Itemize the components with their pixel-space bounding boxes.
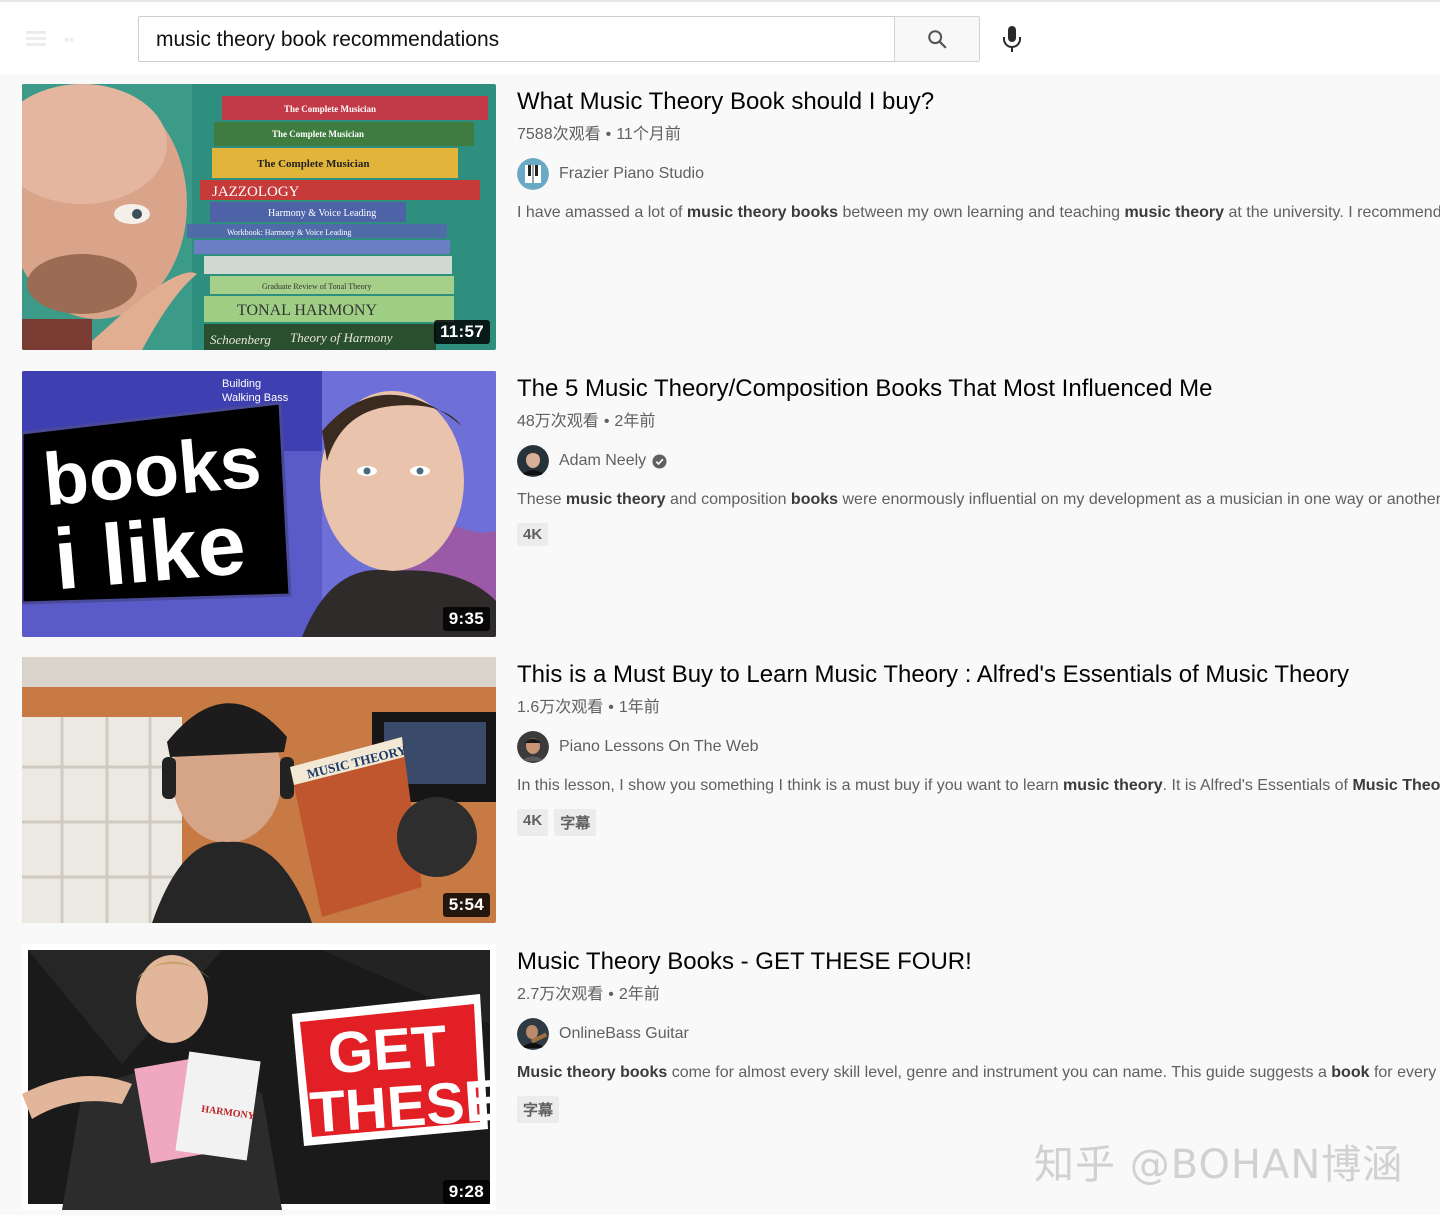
video-duration: 9:35 — [442, 607, 490, 631]
view-count: 1.6万次观看 — [517, 699, 604, 716]
highlighted-term: music theory — [565, 491, 666, 508]
video-thumbnail[interactable]: MUSIC THEORY 5:54 — [22, 657, 496, 923]
description-text: These — [517, 491, 566, 508]
badges: 字幕 — [517, 1096, 1440, 1123]
highlighted-term: books — [790, 491, 839, 508]
video-description: I have amassed a lot of music theory boo… — [517, 202, 1440, 224]
channel-row[interactable]: Piano Lessons On The Web — [517, 730, 1440, 764]
highlighted-term: Music Theory — [1352, 777, 1440, 794]
video-badge: 4K — [517, 809, 549, 836]
video-result[interactable]: books i like Building Walking Bass 9:35 … — [22, 371, 1440, 639]
description-text: and composition — [665, 491, 791, 508]
video-thumbnail[interactable]: GET THESE HARMONY 9:28 — [22, 944, 496, 1210]
thumb-headline: THESE — [308, 1067, 496, 1145]
description-text: I have amassed a lot of — [517, 204, 687, 221]
highlighted-term: music theory — [1124, 204, 1225, 221]
video-stats: 1.6万次观看 • 1年前 — [517, 699, 660, 716]
badges: 4K 字幕 — [517, 809, 1440, 836]
thumbnail-image: GET THESE HARMONY — [22, 944, 496, 1210]
channel-name[interactable]: Adam Neely — [559, 452, 646, 470]
video-badge: 字幕 — [554, 809, 597, 836]
thumb-book-title: Theory of Harmony — [290, 330, 393, 345]
video-stats: 48万次观看 • 2年前 — [517, 413, 656, 430]
video-duration: 11:57 — [433, 320, 490, 344]
thumb-book-title: JAZZOLOGY — [212, 184, 300, 200]
upload-age: 11个月前 — [616, 126, 681, 143]
thumb-book-title: The Complete Musician — [272, 129, 364, 139]
description-text: were enormously influential on my develo… — [838, 491, 1440, 508]
thumb-book-title: Graduate Review of Tonal Theory — [262, 282, 371, 291]
channel-row[interactable]: OnlineBass Guitar — [517, 1017, 1440, 1051]
view-count: 7588次观看 — [517, 126, 601, 143]
view-count: 48万次观看 — [517, 413, 599, 430]
video-title[interactable]: What Music Theory Book should I buy? — [517, 86, 1440, 118]
thumbnail-image: The Complete Musician The Complete Music… — [22, 84, 496, 350]
channel-name[interactable]: Piano Lessons On The Web — [559, 738, 759, 756]
video-thumbnail[interactable]: The Complete Musician The Complete Music… — [22, 84, 496, 350]
video-result[interactable]: The Complete Musician The Complete Music… — [22, 84, 1440, 352]
thumb-book-title: Harmony & Voice Leading — [268, 208, 376, 219]
thumb-book-title: Workbook: Harmony & Voice Leading — [227, 228, 351, 237]
thumbnail-image: books i like Building Walking Bass — [22, 371, 496, 637]
channel-name[interactable]: Frazier Piano Studio — [559, 165, 704, 183]
channel-row[interactable]: Adam Neely — [517, 444, 1440, 478]
microphone-icon — [1003, 26, 1021, 52]
upload-age: 1年前 — [618, 699, 660, 716]
upload-age: 2年前 — [618, 986, 660, 1003]
thumb-book-author: Schoenberg — [210, 332, 271, 347]
channel-row[interactable]: Frazier Piano Studio — [517, 157, 1440, 191]
video-badge: 4K — [517, 523, 549, 546]
thumb-book-title: TONAL HARMONY — [237, 302, 377, 319]
video-result[interactable]: MUSIC THEORY 5:54 This is a Must Buy to … — [22, 657, 1440, 925]
thumb-headline: i like — [50, 496, 249, 608]
thumb-small-text: Building — [222, 378, 261, 390]
thumb-book-title: The Complete Musician — [257, 158, 369, 170]
masthead: ▪▪ — [0, 0, 1440, 74]
upload-age: 2年前 — [614, 413, 656, 430]
video-description: Music theory books come for almost every… — [517, 1062, 1440, 1084]
video-duration: 9:28 — [442, 1180, 490, 1204]
channel-avatar[interactable] — [517, 1018, 549, 1050]
guide-menu-icon[interactable]: ▪▪ — [26, 29, 104, 49]
channel-avatar[interactable] — [517, 445, 549, 477]
highlighted-term: Music theory books — [517, 1064, 668, 1081]
search-icon — [928, 30, 947, 49]
channel-avatar[interactable] — [517, 731, 549, 763]
thumbnail-image: MUSIC THEORY — [22, 657, 496, 923]
voice-search-button[interactable] — [996, 22, 1028, 56]
search-button[interactable] — [894, 16, 980, 62]
description-text: In this lesson, I show you something I t… — [517, 777, 1064, 794]
video-description: In this lesson, I show you something I t… — [517, 775, 1440, 797]
channel-avatar[interactable] — [517, 158, 549, 190]
video-title[interactable]: Music Theory Books - GET THESE FOUR! — [517, 946, 1440, 978]
highlighted-term: music theory — [1063, 777, 1163, 794]
thumb-book-title: The Complete Musician — [284, 104, 376, 114]
search-box[interactable] — [138, 16, 895, 63]
badges: 4K — [517, 523, 1440, 546]
description-text: at the university. I recommend ... — [1224, 204, 1440, 221]
description-text: between my own learning and teaching — [838, 204, 1125, 221]
description-text: for every ... — [1373, 1064, 1440, 1081]
video-description: These music theory and composition books… — [517, 489, 1440, 511]
channel-name[interactable]: OnlineBass Guitar — [559, 1025, 689, 1043]
video-badge: 字幕 — [517, 1096, 560, 1123]
description-text: come for almost every skill level, genre… — [667, 1064, 1332, 1081]
verified-badge-icon — [652, 453, 667, 469]
watermark: 知乎 @BOHAN博涵 — [1034, 1142, 1404, 1188]
view-count: 2.7万次观看 — [517, 986, 604, 1003]
highlighted-term: music theory books — [686, 204, 839, 221]
video-stats: 2.7万次观看 • 2年前 — [517, 986, 660, 1003]
video-stats: 7588次观看 • 11个月前 — [517, 126, 681, 143]
video-title[interactable]: This is a Must Buy to Learn Music Theory… — [517, 659, 1440, 691]
video-thumbnail[interactable]: books i like Building Walking Bass 9:35 — [22, 371, 496, 637]
thumb-small-text: Walking Bass — [222, 392, 289, 404]
logo-faint: ▪▪ — [64, 31, 74, 47]
video-title[interactable]: The 5 Music Theory/Composition Books Tha… — [517, 373, 1440, 405]
highlighted-term: book — [1331, 1064, 1370, 1081]
search-input[interactable] — [154, 17, 878, 63]
description-text: . It is Alfred's Essentials of — [1162, 777, 1353, 794]
video-duration: 5:54 — [442, 893, 490, 917]
